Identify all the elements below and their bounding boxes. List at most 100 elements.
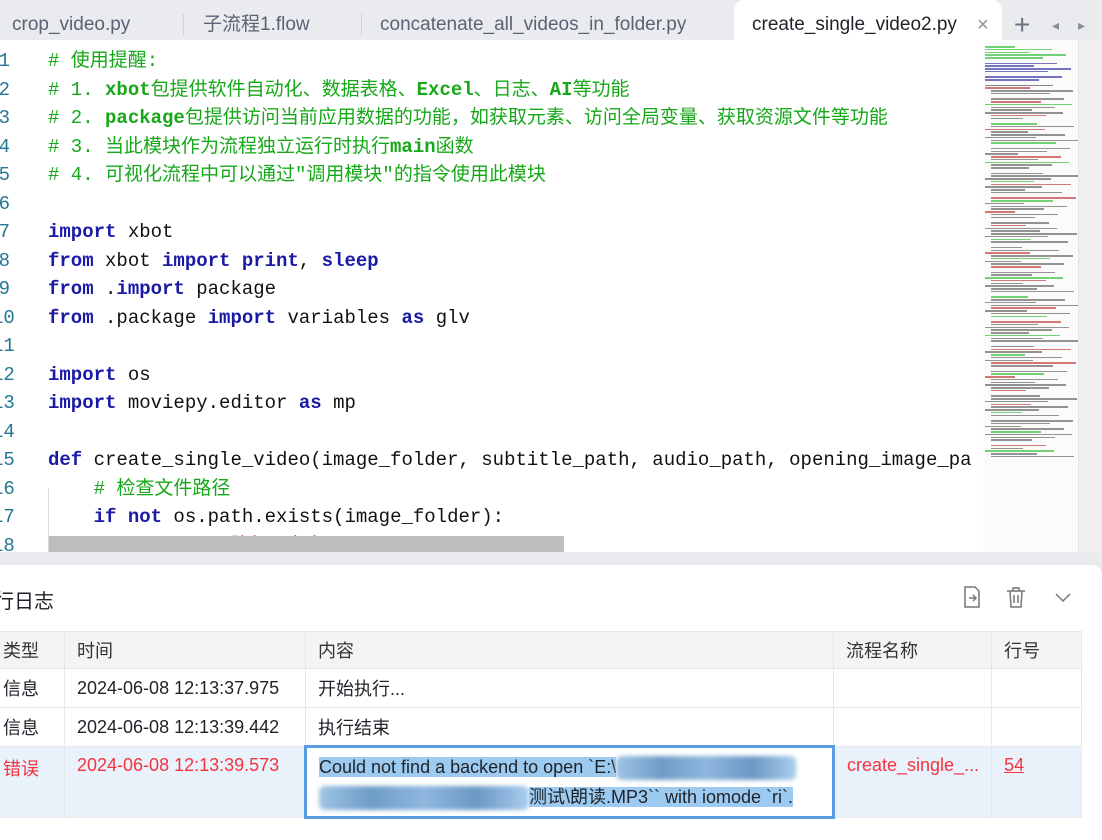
cell-content: 开始执行... bbox=[305, 668, 834, 708]
code-line[interactable]: 12 import os bbox=[0, 361, 985, 389]
code-text: import moviepy.editor as mp bbox=[48, 389, 356, 417]
minimap-line bbox=[985, 178, 1051, 180]
code-token: 、日志、 bbox=[473, 78, 550, 101]
code-text: if not os.path.exists(image_folder): bbox=[48, 503, 504, 531]
code-line[interactable]: 11 bbox=[0, 332, 985, 360]
code-token: moviepy.editor bbox=[116, 392, 299, 414]
minimap-line bbox=[985, 211, 1015, 213]
code-line[interactable]: 10 from .package import variables as glv bbox=[0, 304, 985, 332]
code-line[interactable]: 7 import xbot bbox=[0, 218, 985, 246]
code-token: if not bbox=[93, 506, 163, 528]
minimap-line bbox=[991, 255, 1073, 257]
code-line[interactable]: 3 # 2. package包提供访问当前应用数据的功能，如获取元素、访问全局变量… bbox=[0, 104, 985, 132]
table-row[interactable]: 信息 2024-06-08 12:13:39.442 执行结束 bbox=[0, 707, 1083, 747]
log-table: 类型 时间 内容 流程名称 行号 信息 2024-06-08 12:13:37.… bbox=[0, 631, 1083, 819]
minimap-line bbox=[991, 224, 1026, 227]
minimap-line bbox=[985, 103, 1072, 106]
code-line[interactable]: 5 # 4. 可视化流程中可以通过"调用模块"的指令使用此模块 bbox=[0, 161, 985, 189]
code-text: from xbot import print, sleep bbox=[48, 247, 379, 275]
code-token: os bbox=[116, 363, 151, 386]
code-token: xbot bbox=[105, 78, 151, 101]
minimap-line bbox=[991, 249, 1059, 251]
code-line[interactable]: 2 # 1. xbot包提供软件自动化、数据表格、Excel、日志、AI等功能 bbox=[0, 76, 985, 104]
minimap-line bbox=[991, 208, 1044, 210]
minimap-line bbox=[991, 106, 1055, 108]
minimap-line bbox=[991, 123, 1037, 125]
minimap-line bbox=[985, 57, 1043, 59]
minimap-line bbox=[991, 345, 1034, 348]
clear-log-icon[interactable] bbox=[1004, 585, 1028, 609]
line-number-link[interactable]: 54 bbox=[1004, 755, 1024, 775]
minimap-line bbox=[991, 389, 1026, 392]
code-line[interactable]: 15 def create_single_video(image_folder, … bbox=[0, 446, 985, 474]
code-line[interactable]: 13 import moviepy.editor as mp bbox=[0, 389, 985, 417]
table-row-error[interactable]: 错误 2024-06-08 12:13:39.573 Could not fin… bbox=[0, 745, 1083, 819]
col-time: 时间 bbox=[64, 631, 306, 669]
export-log-icon[interactable] bbox=[960, 585, 984, 609]
minimap-line bbox=[991, 321, 1061, 323]
code-token: import bbox=[116, 278, 185, 300]
code-line[interactable]: 6 bbox=[0, 190, 985, 218]
code-token: def bbox=[48, 449, 83, 471]
code-editor[interactable]: 18 print(f"路径不存在: {image_folder}")17 if … bbox=[0, 40, 1102, 552]
code-token: Excel bbox=[416, 78, 474, 101]
code-line[interactable]: 9 from .import package bbox=[0, 275, 985, 303]
minimap-line bbox=[991, 147, 1070, 150]
code-line[interactable]: 1 # 使用提醒: bbox=[0, 47, 985, 75]
line-number: 12 bbox=[0, 363, 15, 386]
col-type: 类型 bbox=[0, 631, 65, 669]
code-line[interactable]: 4 # 3. 当此模块作为流程独立运行时执行main函数 bbox=[0, 133, 985, 161]
minimap-line bbox=[985, 84, 1053, 86]
minimap-line bbox=[991, 172, 1043, 174]
code-token: # 检查文件路径 bbox=[93, 477, 231, 500]
code-line[interactable]: 16 # 检查文件路径 bbox=[0, 475, 985, 503]
redacted-path bbox=[616, 756, 797, 781]
minimap-line bbox=[991, 101, 1041, 103]
table-row[interactable]: 信息 2024-06-08 12:13:37.975 开始执行... bbox=[0, 668, 1083, 708]
minimap-line bbox=[991, 266, 1041, 268]
minimap-line bbox=[991, 403, 1031, 405]
minimap-line bbox=[991, 439, 1032, 441]
line-number: 8 bbox=[0, 249, 10, 272]
current-line-highlight bbox=[48, 536, 564, 552]
minimap-line bbox=[991, 167, 1029, 169]
code-text: # 使用提醒: bbox=[48, 47, 158, 75]
code-token: sleep bbox=[321, 249, 379, 272]
minimap-line bbox=[991, 241, 1068, 243]
minimap-line bbox=[991, 142, 1056, 144]
minimap-line bbox=[991, 420, 1073, 422]
code-line[interactable]: 8 from xbot import print, sleep bbox=[0, 247, 985, 275]
minimap-line bbox=[991, 156, 1061, 158]
cell-content: 执行结束 bbox=[305, 707, 834, 747]
collapse-panel-icon[interactable] bbox=[1051, 585, 1075, 609]
minimap-line bbox=[985, 54, 1066, 56]
minimap-line bbox=[991, 139, 1079, 141]
minimap-line bbox=[991, 92, 1050, 95]
cell-content-selected[interactable]: Could not find a backend to open `E:\ 测试\… bbox=[304, 745, 835, 819]
code-token: package bbox=[184, 278, 277, 300]
code-token: from bbox=[48, 306, 94, 329]
code-token: # 3. 当此模块作为流程独立运行时执行 bbox=[48, 135, 391, 158]
code-line[interactable]: 14 bbox=[0, 418, 985, 446]
line-number: 14 bbox=[0, 420, 15, 443]
minimap-line bbox=[991, 200, 1053, 202]
minimap-line bbox=[991, 205, 1067, 207]
cell-flow bbox=[832, 707, 993, 747]
minimap-line bbox=[991, 213, 1058, 216]
minimap[interactable] bbox=[983, 40, 1080, 552]
minimap-line bbox=[991, 337, 1043, 339]
code-token: # 4. 可视化流程中可以通过"调用模块"的指令使用此模块 bbox=[48, 164, 546, 186]
cell-time: 2024-06-08 12:13:39.442 bbox=[64, 707, 306, 747]
minimap-line bbox=[991, 365, 1053, 367]
line-number: 15 bbox=[0, 449, 15, 471]
minimap-line bbox=[991, 378, 1058, 381]
minimap-line bbox=[991, 114, 1046, 117]
minimap-line bbox=[991, 271, 1055, 273]
minimap-line bbox=[991, 304, 1079, 306]
minimap-line bbox=[991, 117, 1023, 119]
minimap-line bbox=[991, 158, 1038, 161]
code-line[interactable]: 17 if not os.path.exists(image_folder): bbox=[0, 503, 985, 531]
vertical-scrollbar[interactable] bbox=[1078, 40, 1102, 552]
code-token: from bbox=[48, 249, 94, 272]
